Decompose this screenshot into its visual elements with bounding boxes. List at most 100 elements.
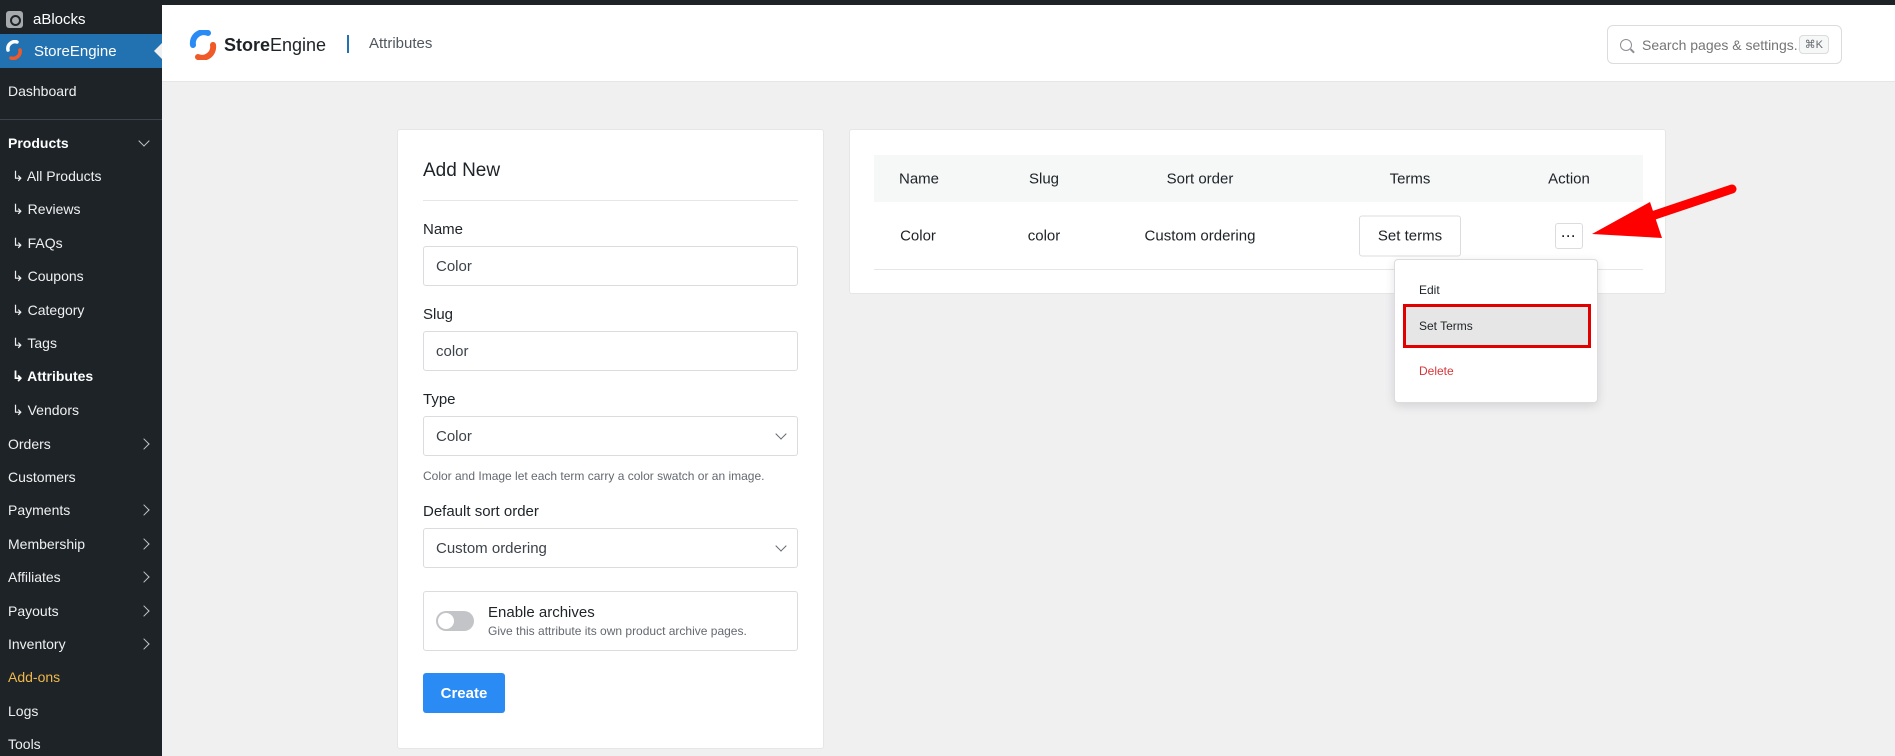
- attribute-name: Color: [900, 227, 936, 244]
- sidebar-item-tags[interactable]: ↳ Tags: [0, 327, 162, 360]
- sidebar-item-label: ↳ Tags: [12, 334, 57, 351]
- sidebar-item-label: Customers: [8, 468, 76, 485]
- menu-item-delete[interactable]: Delete: [1395, 349, 1599, 393]
- sidebar-item-label: ↳ Attributes: [12, 368, 94, 385]
- attribute-slug: color: [1027, 227, 1061, 244]
- row-action-menu: Edit Set Terms Delete: [1394, 259, 1598, 403]
- type-select[interactable]: Color: [423, 416, 798, 456]
- type-value: Color: [436, 427, 472, 445]
- chevron-right-icon: [138, 538, 150, 550]
- column-header: Sort order: [1166, 170, 1234, 187]
- sidebar-item-label: ↳ FAQs: [12, 234, 63, 251]
- attribute-sort-order: Custom ordering: [1144, 227, 1256, 244]
- sidebar-item-logs[interactable]: Logs: [0, 694, 162, 727]
- sidebar-item-label: Inventory: [8, 635, 66, 652]
- set-terms-button[interactable]: Set terms: [1359, 215, 1461, 256]
- slug-value: color: [436, 342, 469, 360]
- sidebar-item-label: Logs: [8, 702, 39, 719]
- name-label: Name: [423, 221, 464, 238]
- sidebar-item-products[interactable]: Products: [0, 126, 162, 159]
- sidebar-item-reviews[interactable]: ↳ Reviews: [0, 193, 162, 226]
- name-field[interactable]: Color: [423, 246, 798, 286]
- sidebar-item-vendors[interactable]: ↳ Vendors: [0, 394, 162, 427]
- slug-label: Slug: [423, 306, 454, 323]
- sort-order-select[interactable]: Custom ordering: [423, 528, 798, 568]
- chevron-down-icon: [775, 428, 787, 440]
- chevron-down-icon: [775, 540, 787, 552]
- site-icon: [6, 11, 23, 28]
- sidebar-item-attributes[interactable]: ↳ Attributes: [0, 360, 162, 393]
- archives-toggle[interactable]: [436, 611, 474, 631]
- sidebar-item-label: Tools: [8, 736, 41, 753]
- column-header: Action: [1548, 170, 1590, 187]
- sidebar-item-addons[interactable]: Add-ons: [0, 661, 162, 694]
- page-header: StoreEngine Attributes ⌘K: [162, 5, 1895, 82]
- chevron-right-icon: [138, 604, 150, 617]
- sidebar-item-inventory[interactable]: Inventory: [0, 627, 162, 660]
- sidebar-item-label: Affiliates: [8, 569, 61, 586]
- sidebar-item-affiliates[interactable]: Affiliates: [0, 560, 162, 593]
- site-name: aBlocks: [33, 11, 86, 28]
- search-input[interactable]: [1642, 36, 1812, 53]
- header-divider: [347, 35, 349, 53]
- sidebar-item-coupons[interactable]: ↳ Coupons: [0, 260, 162, 293]
- create-button[interactable]: Create: [423, 673, 505, 713]
- column-header: Terms: [1389, 170, 1431, 187]
- chevron-down-icon: [138, 135, 150, 147]
- sidebar-item-label: Payouts: [8, 602, 59, 619]
- sidebar-item-tools[interactable]: Tools: [0, 727, 162, 756]
- admin-sidebar: aBlocks StoreEngine Dashboard Products ↳…: [0, 5, 162, 756]
- sidebar-item-label: StoreEngine: [34, 42, 117, 60]
- sidebar-item-storeengine[interactable]: StoreEngine: [0, 34, 162, 68]
- sidebar-item-category[interactable]: ↳ Category: [0, 293, 162, 326]
- sidebar-item-label: Dashboard: [8, 82, 77, 99]
- ellipsis-icon: ···: [1561, 228, 1577, 243]
- chevron-right-icon: [138, 571, 150, 583]
- name-value: Color: [436, 257, 472, 275]
- sidebar-item-payouts[interactable]: Payouts: [0, 594, 162, 627]
- annotation-arrow-icon: [1592, 184, 1737, 238]
- sidebar-item-label: ↳ Vendors: [12, 401, 79, 418]
- sidebar-item-membership[interactable]: Membership: [0, 527, 162, 560]
- shortcut-badge: ⌘K: [1798, 35, 1829, 54]
- archives-title: Enable archives: [488, 604, 595, 621]
- archives-description: Give this attribute its own product arch…: [488, 624, 747, 638]
- sidebar-item-label: ↳ Coupons: [12, 268, 84, 285]
- sidebar-item-payments[interactable]: Payments: [0, 494, 162, 527]
- brand-name: StoreEngine: [224, 34, 327, 55]
- sidebar-item-orders[interactable]: Orders: [0, 427, 162, 460]
- search-box[interactable]: ⌘K: [1607, 25, 1842, 64]
- menu-item-set-terms[interactable]: Set Terms: [1403, 304, 1591, 348]
- type-label: Type: [423, 391, 456, 408]
- enable-archives-option: Enable archives Give this attribute its …: [423, 591, 798, 651]
- sidebar-item-label: ↳ All Products: [12, 167, 102, 184]
- sidebar-item-dashboard[interactable]: Dashboard: [0, 74, 162, 107]
- chevron-right-icon: [138, 638, 150, 650]
- storeengine-logo-icon: [189, 30, 217, 60]
- sort-value: Custom ordering: [436, 539, 547, 557]
- breadcrumb: Attributes: [369, 35, 433, 52]
- sidebar-divider: [0, 119, 162, 121]
- sidebar-item-label: Add-ons: [8, 669, 61, 686]
- column-header: Name: [898, 170, 940, 187]
- site-link[interactable]: aBlocks: [0, 5, 162, 34]
- slug-field[interactable]: color: [423, 331, 798, 371]
- row-action-button[interactable]: ···: [1555, 222, 1583, 249]
- table-header: Name Slug Sort order Terms Action: [874, 155, 1643, 202]
- sidebar-item-customers[interactable]: Customers: [0, 460, 162, 493]
- brand-logo[interactable]: StoreEngine: [188, 30, 326, 60]
- sidebar-item-label: Orders: [8, 435, 51, 452]
- sidebar-item-faqs[interactable]: ↳ FAQs: [0, 227, 162, 260]
- sidebar-item-all-products[interactable]: ↳ All Products: [0, 160, 162, 193]
- sidebar-item-label: Products: [8, 135, 69, 152]
- sort-label: Default sort order: [423, 503, 539, 520]
- sidebar-item-label: Payments: [8, 502, 71, 519]
- sidebar-item-label: ↳ Category: [12, 301, 85, 318]
- archives-text: Enable archives Give this attribute its …: [488, 604, 747, 638]
- add-new-card: Add New Name Color Slug color Type Color…: [397, 129, 824, 749]
- type-help-text: Color and Image let each term carry a co…: [423, 469, 765, 483]
- chevron-right-icon: [138, 437, 150, 450]
- form-title: Add New: [423, 160, 798, 201]
- sidebar-item-label: ↳ Reviews: [12, 201, 81, 218]
- sidebar-item-label: Membership: [8, 535, 86, 552]
